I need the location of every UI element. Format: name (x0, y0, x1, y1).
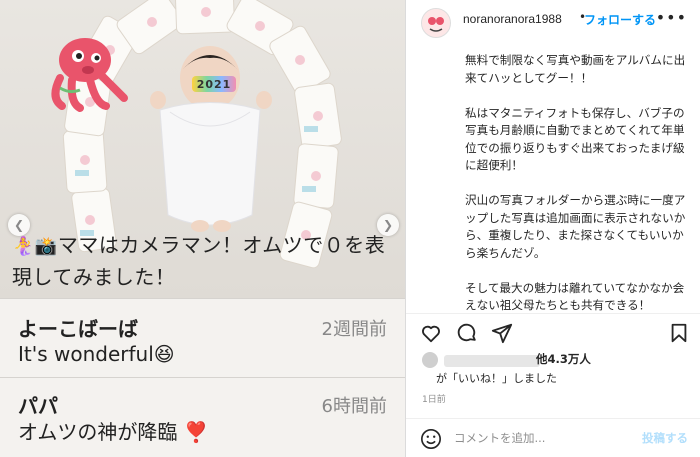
emoji-icon[interactable] (420, 428, 442, 450)
octopus-toy-image (51, 38, 128, 112)
post-media-panel: 2021 ❮ ❯ 🧜‍♀️📸ママはカメラマン！オムツで０を表現してみました！ よ… (0, 0, 405, 457)
share-icon[interactable] (491, 322, 513, 344)
comment-text: オムツの神が降臨 ❣️ (18, 420, 209, 444)
bookmark-icon[interactable] (668, 322, 690, 344)
baby-image (150, 46, 272, 232)
avatar (422, 352, 438, 368)
likes-count[interactable]: 他4.3万人 (536, 351, 591, 367)
post-comment-button[interactable]: 投稿する (642, 430, 688, 446)
comment-input[interactable]: コメントを追加... (454, 430, 545, 446)
comment-author[interactable]: よーこばーば (18, 313, 138, 342)
mermaid-emoji-icon: 🧜‍♀️ (12, 236, 35, 257)
follow-button[interactable]: フォローする (584, 11, 656, 28)
username-link[interactable]: noranoranora1988 (463, 12, 562, 26)
avatar-icon (422, 9, 450, 37)
post-caption: 🧜‍♀️📸ママはカメラマン！オムツで０を表現してみました！ (12, 233, 386, 289)
comment-time: 2週間前 (321, 319, 387, 340)
heart-icon[interactable] (420, 322, 442, 344)
avatar[interactable] (421, 8, 451, 38)
description-paragraph: 私はマタニティフォトも保存し、バブ子の写真も月齢順に自動でまとめてくれて年単位で… (465, 105, 685, 173)
post-header: noranoranora1988 • フォローする ••• (406, 0, 700, 40)
more-options-button[interactable]: ••• (656, 8, 687, 27)
description-paragraph: 沢山の写真フォルダーから選ぶ時に一度アップした写真は追加画面に表示されないから、… (465, 193, 686, 260)
description-paragraph: 無料で制限なく写真や動画をアルバムに出来てハッとしてグー！！ (465, 53, 686, 85)
comment-icon[interactable] (456, 322, 478, 344)
comment-author[interactable]: パパ (18, 390, 58, 419)
post-date[interactable]: 1日前 (422, 392, 446, 405)
comment-time: 6時間前 (321, 396, 387, 417)
camera-emoji-icon: 📸 (34, 236, 58, 257)
post-description: 無料で制限なく写真や動画をアルバムに出来てハッとしてグー！！ 私はマタニティフォ… (465, 52, 690, 332)
comment-item: パパ 6時間前 オムツの神が降臨 ❣️ (0, 378, 405, 457)
redacted-username (444, 355, 540, 367)
comment-item: よーこばーば 2週間前 It's wonderful😆 (0, 299, 405, 375)
year-badge: 2021 (192, 76, 236, 92)
divider (406, 313, 700, 314)
comment-text: It's wonderful😆 (18, 342, 175, 366)
likes-text: が「いいね！」しました (436, 372, 557, 385)
post-detail-panel: noranoranora1988 • フォローする ••• 無料で制限なく写真や… (405, 0, 700, 457)
description-paragraph: そして最大の魅力は離れていてなかなか会えない祖父母たちとも共有できる！ (465, 280, 685, 313)
divider (406, 418, 700, 419)
post-photo[interactable]: 2021 ❮ ❯ 🧜‍♀️📸ママはカメラマン！オムツで０を表現してみました！ (0, 0, 405, 298)
